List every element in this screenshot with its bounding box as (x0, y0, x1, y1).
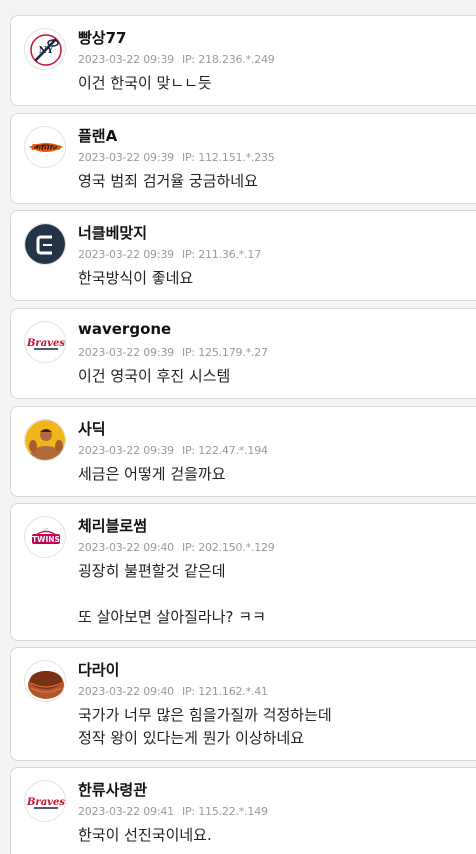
comment-ip: 211.36.*.17 (198, 248, 261, 261)
c-logo-icon[interactable] (24, 223, 66, 265)
svg-text:Braves: Braves (26, 338, 65, 349)
comment-card: 사딕 2023-03-22 09:39 IP: 122.47.*.194 세금은 … (10, 406, 476, 497)
comment-nickname[interactable]: 한류사령관 (78, 779, 147, 800)
comment-meta: 2023-03-22 09:39 IP: 112.151.*.235 (78, 151, 275, 164)
comment-nickname[interactable]: 사딕 (78, 418, 106, 439)
comment-nickname[interactable]: 다라이 (78, 659, 119, 680)
comment-nickname[interactable]: wavergone (78, 320, 171, 338)
comment-body: 국가가 너무 많은 힘을가질까 걱정하는데 정작 왕이 있다는게 뭔가 이상하네… (78, 706, 332, 747)
comment-card: 다라이 2023-03-22 09:40 IP: 121.162.*.41 국가가… (10, 647, 476, 761)
ip-label: IP: (181, 444, 195, 457)
ip-label: IP: (181, 248, 195, 261)
comment-ip: 122.47.*.194 (198, 444, 268, 457)
comment-card: Braves wavergone 2023-03-22 09:39 IP: 125… (10, 308, 476, 399)
comment-date: 2023-03-22 09:41 (78, 805, 174, 818)
comment-ip: 121.162.*.41 (198, 685, 268, 698)
comment-card: 너클베맞지 2023-03-22 09:39 IP: 211.36.*.17 한국… (10, 210, 476, 301)
comment-body: 세금은 어떻게 걷을까요 (78, 465, 226, 483)
comment-ip: 112.151.*.235 (198, 151, 275, 164)
eagles-logo-icon[interactable]: Eagles (24, 126, 66, 168)
svg-text:LG: LG (43, 528, 48, 533)
comment-meta: 2023-03-22 09:39 IP: 125.179.*.27 (78, 346, 268, 359)
braves-logo-icon[interactable]: Braves (24, 780, 66, 822)
comment-nickname[interactable]: 빵상77 (78, 27, 126, 48)
ip-label: IP: (181, 151, 195, 164)
comment-body: 이건 한국이 맞ㄴㄴ듯 (78, 74, 212, 92)
comment-date: 2023-03-22 09:39 (78, 248, 174, 261)
comment-nickname[interactable]: 너클베맞지 (78, 222, 147, 243)
ip-label: IP: (181, 346, 195, 359)
comment-body: 영국 범죄 검거율 궁금하네요 (78, 172, 258, 190)
comment-date: 2023-03-22 09:39 (78, 444, 174, 457)
svg-text:Braves: Braves (26, 797, 65, 808)
comment-meta: 2023-03-22 09:39 IP: 122.47.*.194 (78, 444, 268, 457)
comment-body: 한국방식이 좋네요 (78, 269, 194, 287)
comment-date: 2023-03-22 09:39 (78, 346, 174, 359)
yankees-logo-icon[interactable]: NY (24, 28, 66, 70)
comment-ip: 218.236.*.249 (198, 53, 275, 66)
bodybuilder-photo-icon[interactable] (24, 419, 66, 461)
comment-ip: 202.150.*.129 (198, 541, 275, 554)
svg-text:Eagles: Eagles (30, 142, 61, 152)
comment-date: 2023-03-22 09:40 (78, 541, 174, 554)
svg-text:TWINS: TWINS (32, 535, 60, 544)
braves-logo-icon[interactable]: Braves (24, 321, 66, 363)
comment-card: Eagles 플랜A 2023-03-22 09:39 IP: 112.151.*… (10, 113, 476, 204)
comment-list: NY 빵상77 2023-03-22 09:39 IP: 218.236.*.24… (0, 0, 476, 854)
comment-card: TWINS LG 체리블로썸 2023-03-22 09:40 IP: 202.1… (10, 503, 476, 641)
ip-label: IP: (181, 53, 195, 66)
comment-ip: 115.22.*.149 (198, 805, 268, 818)
comment-nickname[interactable]: 체리블로썸 (78, 515, 147, 536)
ip-label: IP: (181, 805, 195, 818)
comment-body: 이건 영국이 후진 시스템 (78, 367, 231, 385)
comment-body: 한국이 선진국이네요. (78, 826, 212, 844)
comment-meta: 2023-03-22 09:41 IP: 115.22.*.149 (78, 805, 268, 818)
comment-card: Braves 한류사령관 2023-03-22 09:41 IP: 115.22.… (10, 767, 476, 854)
ip-label: IP: (181, 685, 195, 698)
comment-date: 2023-03-22 09:40 (78, 685, 174, 698)
comment-date: 2023-03-22 09:39 (78, 151, 174, 164)
ip-label: IP: (181, 541, 195, 554)
comment-nickname[interactable]: 플랜A (78, 125, 117, 146)
comment-body: 굉장히 불편할것 같은데 또 살아보면 살아질라나? ㅋㅋ (78, 562, 266, 626)
comment-ip: 125.179.*.27 (198, 346, 268, 359)
svg-text:NY: NY (39, 46, 54, 56)
comment-meta: 2023-03-22 09:39 IP: 211.36.*.17 (78, 248, 261, 261)
comment-meta: 2023-03-22 09:40 IP: 202.150.*.129 (78, 541, 275, 554)
comment-meta: 2023-03-22 09:39 IP: 218.236.*.249 (78, 53, 275, 66)
comment-date: 2023-03-22 09:39 (78, 53, 174, 66)
basin-photo-icon[interactable] (24, 660, 66, 702)
twins-logo-icon[interactable]: TWINS LG (24, 516, 66, 558)
comment-card: NY 빵상77 2023-03-22 09:39 IP: 218.236.*.24… (10, 15, 476, 106)
comment-meta: 2023-03-22 09:40 IP: 121.162.*.41 (78, 685, 268, 698)
